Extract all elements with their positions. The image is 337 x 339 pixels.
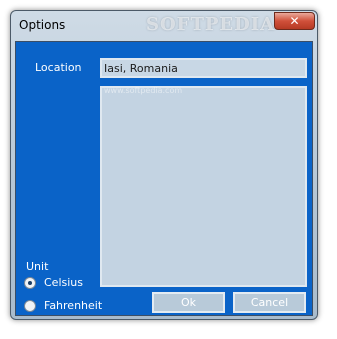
location-input[interactable]	[100, 58, 307, 78]
dialog-body: Location www.softpedia.com Unit Celsius …	[15, 41, 313, 316]
fahrenheit-radio[interactable]	[24, 299, 36, 312]
location-label: Location	[35, 61, 82, 74]
celsius-radio[interactable]	[24, 276, 36, 289]
fahrenheit-label: Fahrenheit	[44, 299, 103, 312]
celsius-option[interactable]: Celsius	[24, 276, 83, 289]
options-dialog: Options SOFTPEDIA ✕ Location www.softped…	[10, 10, 318, 320]
window-title: Options	[19, 18, 66, 32]
ok-button[interactable]: Ok	[152, 292, 225, 313]
close-button[interactable]: ✕	[274, 12, 315, 30]
fahrenheit-option[interactable]: Fahrenheit	[24, 299, 102, 312]
unit-label: Unit	[26, 260, 49, 273]
close-icon: ✕	[289, 14, 300, 28]
celsius-label: Celsius	[44, 276, 83, 289]
results-panel	[100, 86, 307, 287]
cancel-button[interactable]: Cancel	[233, 292, 306, 313]
title-bar[interactable]: Options SOFTPEDIA ✕	[11, 11, 317, 41]
softpedia-watermark: SOFTPEDIA	[146, 14, 276, 35]
softpedia-url-watermark: www.softpedia.com	[104, 86, 183, 95]
